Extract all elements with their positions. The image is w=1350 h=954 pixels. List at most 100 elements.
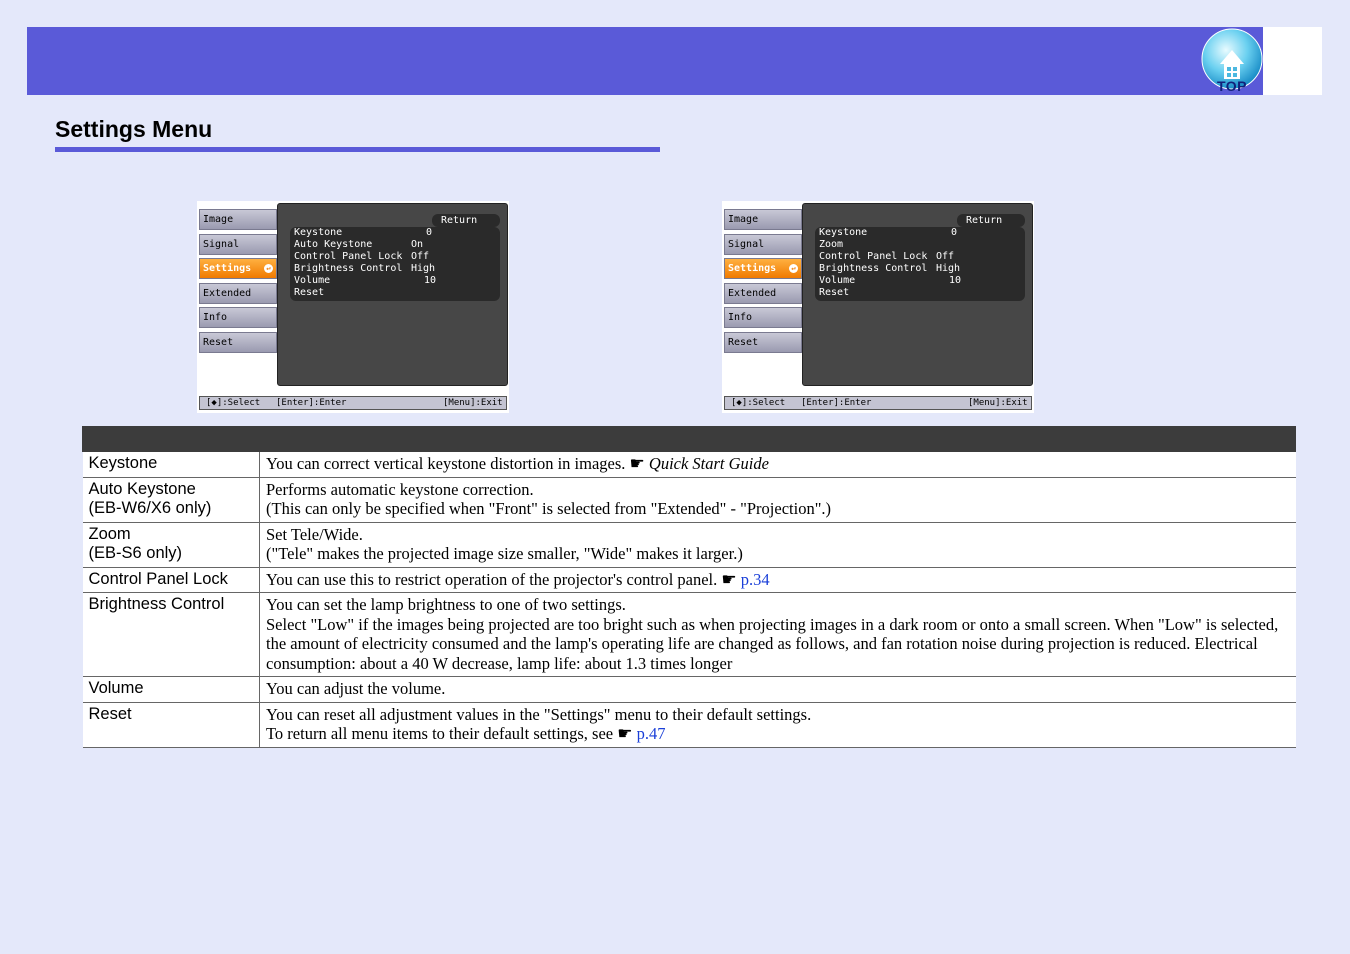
osd-item-label: Control Panel Lock [294, 251, 403, 262]
description-text: Performs automatic keystone correction. [266, 479, 534, 499]
description-text: You can correct vertical keystone distor… [266, 454, 626, 473]
item-description: You can set the lamp brightness to one o… [259, 592, 1296, 677]
item-name: Control Panel Lock [82, 566, 260, 593]
item-name-text: Control Panel Lock [88, 569, 228, 588]
title-underline [55, 147, 660, 152]
page-link-p47[interactable]: p.47 [637, 724, 666, 743]
osd-status-enter: [Enter]:Enter [801, 398, 872, 408]
osd-status-exit: [Menu]:Exit [443, 398, 503, 408]
table-row-brightness-control: Brightness Control You can set the lamp … [82, 592, 1296, 677]
page-link-p34[interactable]: p.34 [741, 570, 770, 589]
osd-tab-extended[interactable]: Extended [724, 283, 802, 304]
osd-item-control-panel-lock[interactable]: Control Panel Lock Off [819, 251, 1019, 263]
osd-item-value: High [411, 263, 436, 274]
table-row-control-panel-lock: Control Panel Lock You can use this to r… [82, 566, 1296, 593]
item-name-text: Keystone [88, 454, 158, 472]
osd-tab-info[interactable]: Info [724, 307, 802, 328]
osd-item-value: High [936, 263, 961, 274]
osd-tab-reset[interactable]: Reset [199, 332, 277, 353]
osd-item-label: Reset [294, 287, 325, 298]
osd-item-reset[interactable]: Reset [819, 287, 1019, 299]
item-description: Set Tele/Wide. ("Tele" makes the project… [259, 521, 1296, 568]
osd-item-value: 0 [426, 227, 433, 238]
osd-tab-settings[interactable]: Settings ↵ [724, 258, 802, 279]
pointing-hand-icon: ☛ [721, 569, 737, 589]
osd-screenshot-right: Image Signal Settings ↵ Extended Info Re… [722, 201, 1034, 413]
description-text: To return all menu items to their defaul… [266, 724, 614, 743]
osd-item-list: Keystone 0 Zoom Control Panel Lock Off B… [815, 227, 1025, 301]
osd-item-label: Volume [294, 275, 331, 286]
osd-item-label: Volume [819, 275, 856, 286]
osd-item-brightness-control[interactable]: Brightness Control High [294, 263, 494, 275]
top-label: TOP [1216, 78, 1248, 94]
osd-item-keystone[interactable]: Keystone 0 [819, 227, 1019, 239]
description-text: You can set the lamp brightness to one o… [266, 595, 626, 614]
item-description: Performs automatic keystone correction. … [259, 476, 1296, 523]
osd-item-label: Zoom [819, 239, 844, 250]
osd-item-volume[interactable]: Volume 10 [819, 275, 1019, 287]
osd-tab-signal[interactable]: Signal [724, 234, 802, 255]
page-title: Settings Menu [55, 116, 213, 142]
item-name: Reset [82, 701, 260, 748]
osd-tab-image[interactable]: Image [199, 209, 277, 230]
description-text: You can reset all adjustment values in t… [266, 704, 812, 724]
item-name-text: Zoom [88, 524, 131, 543]
pointing-hand-icon: ☛ [629, 454, 645, 473]
enter-icon: ↵ [264, 264, 273, 273]
table-row-zoom: Zoom (EB-S6 only) Set Tele/Wide. ("Tele"… [82, 521, 1296, 568]
item-name-text: Brightness Control [88, 595, 225, 613]
osd-item-brightness-control[interactable]: Brightness Control High [819, 263, 1019, 275]
osd-tab-image[interactable]: Image [724, 209, 802, 230]
item-description: You can use this to restrict operation o… [259, 566, 1296, 593]
item-description: You can correct vertical keystone distor… [259, 451, 1296, 478]
osd-item-value: On [411, 239, 424, 250]
item-name-text: Auto Keystone [88, 479, 196, 498]
osd-item-value: Off [936, 251, 955, 262]
top-button[interactable]: TOP [1200, 28, 1264, 94]
osd-item-volume[interactable]: Volume 10 [294, 275, 494, 287]
header-band [27, 27, 1263, 95]
item-description: You can reset all adjustment values in t… [259, 701, 1296, 748]
table-row-auto-keystone: Auto Keystone (EB-W6/X6 only) Performs a… [82, 476, 1296, 523]
osd-screenshot-left: Image Signal Settings ↵ Extended Info Re… [197, 201, 509, 413]
osd-item-reset[interactable]: Reset [294, 287, 494, 299]
osd-item-keystone[interactable]: Keystone 0 [294, 227, 494, 239]
table-header-cell [82, 426, 260, 452]
osd-item-auto-keystone[interactable]: Auto Keystone On [294, 239, 494, 251]
table-row-keystone: Keystone You can correct vertical keysto… [82, 451, 1296, 478]
item-name-text: Reset [88, 704, 132, 723]
osd-tab-settings-label: Settings [203, 263, 252, 274]
header-corner [1263, 27, 1322, 95]
osd-item-list: Keystone 0 Auto Keystone On Control Pane… [290, 227, 500, 301]
osd-item-value: 0 [951, 227, 958, 238]
settings-table: Keystone You can correct vertical keysto… [82, 426, 1296, 748]
osd-return-button[interactable]: Return [432, 214, 500, 227]
description-text: You can adjust the volume. [266, 679, 446, 698]
item-name: Auto Keystone (EB-W6/X6 only) [82, 476, 260, 523]
osd-item-label: Keystone [294, 227, 343, 238]
item-name: Zoom (EB-S6 only) [82, 521, 260, 568]
osd-status-bar: [◆]:Select [Enter]:Enter [Menu]:Exit [724, 396, 1032, 410]
osd-return-button[interactable]: Return [957, 214, 1025, 227]
osd-item-label: Auto Keystone [294, 239, 373, 250]
item-name: Keystone [82, 451, 260, 478]
description-text: Select "Low" if the images being project… [266, 614, 1279, 673]
osd-item-value: 10 [949, 275, 962, 286]
osd-item-zoom[interactable]: Zoom [819, 239, 1019, 251]
table-row-reset: Reset You can reset all adjustment value… [82, 701, 1296, 748]
osd-item-label: Keystone [819, 227, 868, 238]
osd-status-enter: [Enter]:Enter [276, 398, 347, 408]
osd-tab-settings[interactable]: Settings ↵ [199, 258, 277, 279]
osd-tab-signal[interactable]: Signal [199, 234, 277, 255]
table-header-cell [259, 426, 1296, 452]
osd-item-label: Brightness Control [294, 263, 403, 274]
osd-tab-reset[interactable]: Reset [724, 332, 802, 353]
osd-settings-panel: Return Keystone 0 Zoom Control Panel Loc… [802, 203, 1033, 386]
osd-tab-info[interactable]: Info [199, 307, 277, 328]
osd-item-control-panel-lock[interactable]: Control Panel Lock Off [294, 251, 494, 263]
description-text: Set Tele/Wide. [266, 524, 363, 544]
osd-tab-extended[interactable]: Extended [199, 283, 277, 304]
osd-settings-panel: Return Keystone 0 Auto Keystone On Contr… [277, 203, 508, 386]
item-name: Brightness Control [82, 592, 260, 677]
osd-status-select: [◆]:Select [731, 398, 786, 408]
